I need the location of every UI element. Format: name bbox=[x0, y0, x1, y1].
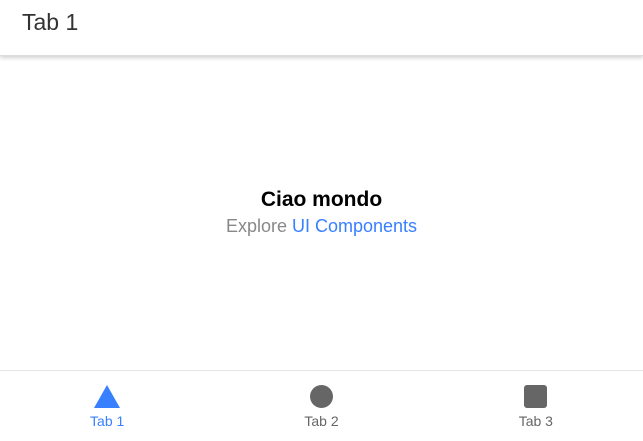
greeting-title: Ciao mondo bbox=[260, 188, 383, 211]
explore-text: Explore UI Components bbox=[0, 214, 643, 238]
tab-label: Tab 3 bbox=[518, 413, 553, 429]
square-icon bbox=[524, 385, 548, 408]
ellipse-icon bbox=[309, 385, 333, 408]
tab-2[interactable]: Tab 2 bbox=[214, 371, 428, 441]
page-title: Tab 1 bbox=[22, 9, 79, 35]
main-content: Ciao mondo Explore UI Components bbox=[0, 186, 643, 238]
ui-components-link[interactable]: UI Components bbox=[292, 216, 417, 236]
tab-label: Tab 1 bbox=[90, 413, 125, 429]
tab-label: Tab 2 bbox=[304, 413, 339, 429]
header-toolbar: Tab 1 bbox=[0, 0, 643, 56]
tab-3[interactable]: Tab 3 bbox=[429, 371, 643, 441]
triangle-icon bbox=[94, 385, 121, 408]
explore-label: Explore bbox=[225, 216, 287, 236]
tab-1[interactable]: Tab 1 bbox=[0, 371, 214, 441]
tab-bar: Tab 1 Tab 2 Tab 3 bbox=[0, 370, 643, 441]
